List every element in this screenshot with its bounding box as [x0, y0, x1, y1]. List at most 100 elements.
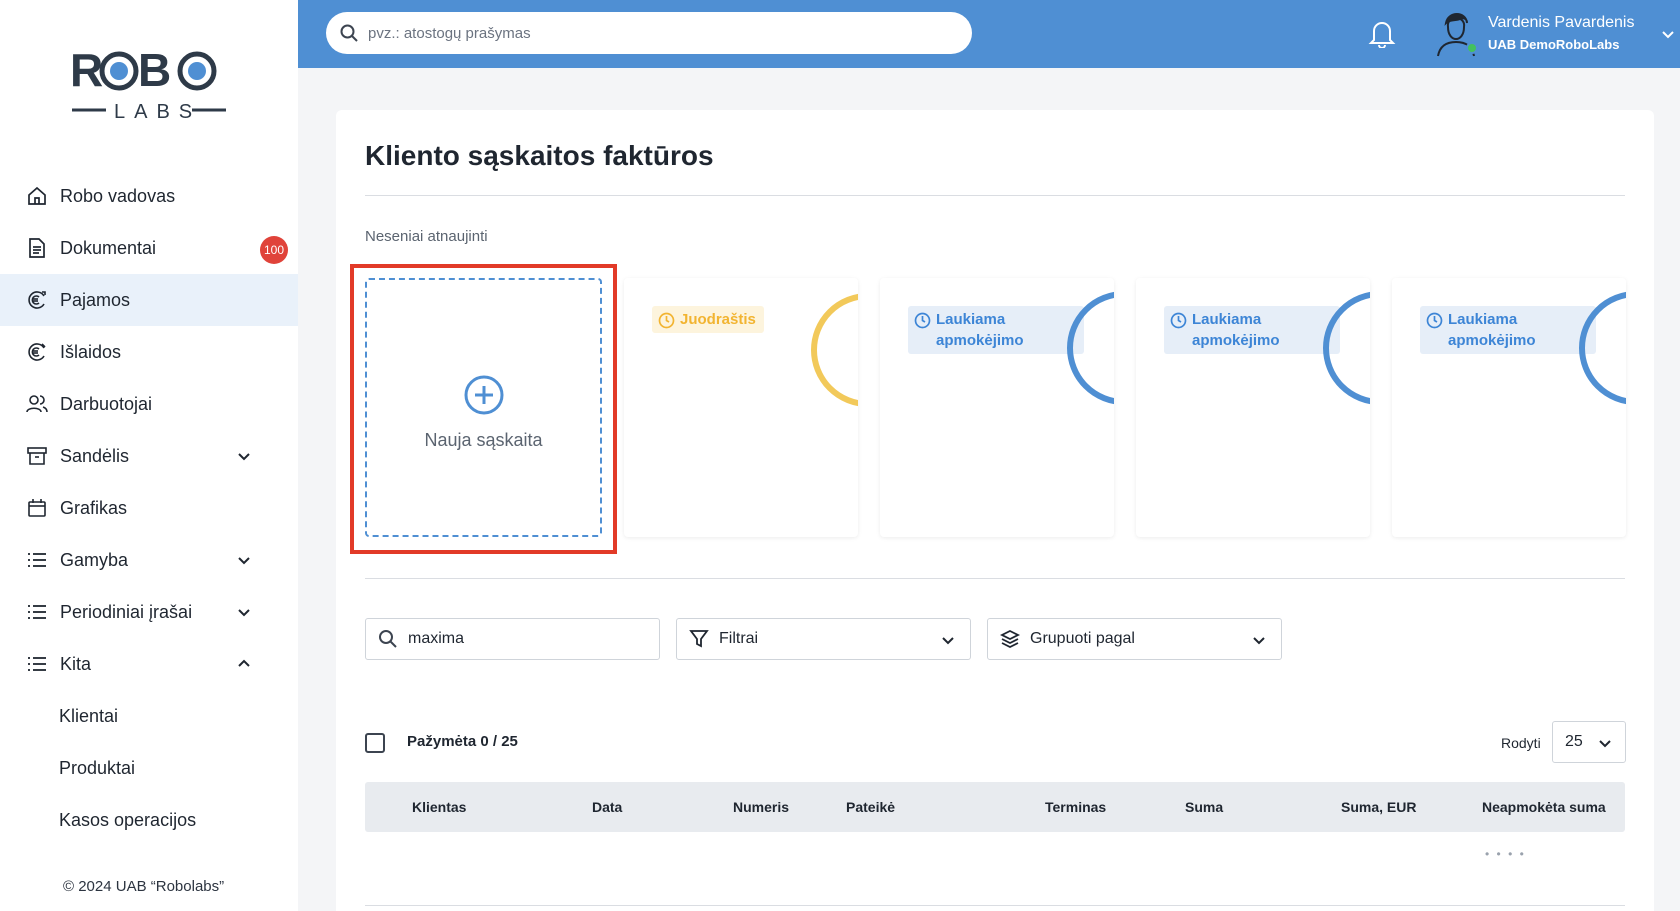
robolabs-logo[interactable]: R B LABS	[70, 44, 230, 124]
sidebar-subitem-produktai[interactable]: Produktai	[0, 742, 298, 794]
sidebar-item-label: Darbuotojai	[60, 393, 153, 414]
column-header-numeris[interactable]: Numeris	[733, 799, 789, 815]
sidebar-nav: Robo vadovas Dokumentai 100 Pajamos Išla…	[0, 170, 298, 846]
group-by-dropdown[interactable]: Grupuoti pagal	[987, 618, 1282, 660]
global-search[interactable]	[326, 12, 972, 54]
selected-count: Pažymėta 0 / 25	[407, 733, 518, 750]
clock-icon	[1426, 312, 1443, 329]
euro-out-icon	[26, 341, 48, 363]
progress-ring	[1579, 291, 1626, 405]
status-text: Laukiama apmokėjimo	[1448, 311, 1536, 349]
sidebar-item-sandelis[interactable]: Sandėlis	[0, 430, 298, 482]
svg-text:R: R	[70, 44, 103, 96]
sidebar-item-label: Periodiniai įrašai	[60, 601, 193, 622]
filters-dropdown[interactable]: Filtrai	[676, 618, 971, 660]
sidebar: R B LABS Robo vadovas Dokumentai 100 Paj…	[0, 0, 298, 911]
recent-invoice-card[interactable]: Laukiama apmokėjimo	[1136, 278, 1370, 537]
progress-ring	[1323, 291, 1370, 405]
column-header-neapmoketa-suma[interactable]: Neapmokėta suma	[1482, 799, 1606, 815]
search-icon	[340, 24, 358, 42]
user-company[interactable]: UAB DemoRoboLabs	[1488, 37, 1619, 52]
page-size-label: Rodyti	[1501, 735, 1541, 751]
recent-invoice-card[interactable]: Laukiama apmokėjimo	[1392, 278, 1626, 537]
clock-icon	[1170, 312, 1187, 329]
sidebar-item-label: Grafikas	[60, 497, 128, 518]
filters-label: Filtrai	[719, 630, 759, 647]
progress-ring	[1067, 291, 1114, 405]
recent-invoice-card[interactable]: Laukiama apmokėjimo	[880, 278, 1114, 537]
divider	[365, 195, 1625, 196]
sidebar-item-islaidos[interactable]: Išlaidos	[0, 326, 298, 378]
sidebar-item-grafikas[interactable]: Grafikas	[0, 482, 298, 534]
chevron-down-icon	[942, 637, 954, 645]
document-icon	[26, 237, 48, 259]
column-header-pateike[interactable]: Pateikė	[846, 799, 895, 815]
chevron-down-icon[interactable]	[236, 552, 252, 568]
table-header: Klientas Data Numeris Pateikė Terminas S…	[365, 782, 1625, 832]
new-invoice-label: Nauja sąskaita	[424, 430, 543, 450]
column-header-suma-eur[interactable]: Suma, EUR	[1341, 799, 1416, 815]
progress-ring	[811, 293, 858, 407]
select-all-checkbox[interactable]	[365, 733, 385, 753]
add-circle-icon	[464, 375, 503, 415]
sidebar-item-periodiniai-irasai[interactable]: Periodiniai įrašai	[0, 586, 298, 638]
chevron-down-icon[interactable]	[236, 604, 252, 620]
archive-icon	[26, 445, 48, 467]
divider	[365, 578, 1625, 579]
copyright-text: © 2024 UAB “Robolabs”	[63, 878, 225, 895]
list-icon	[26, 653, 48, 675]
sidebar-item-kita[interactable]: Kita	[0, 638, 298, 690]
invoice-search-field[interactable]: maxima	[365, 618, 660, 660]
home-icon	[26, 185, 48, 207]
svg-text:B: B	[138, 44, 171, 96]
sidebar-subitem-label: Kasos operacijos	[59, 809, 197, 830]
divider	[365, 905, 1625, 906]
chevron-down-icon[interactable]	[236, 448, 252, 464]
loading-indicator: • • • •	[1485, 847, 1526, 861]
sidebar-item-darbuotojai[interactable]: Darbuotojai	[0, 378, 298, 430]
clock-icon	[658, 312, 675, 329]
sidebar-item-gamyba[interactable]: Gamyba	[0, 534, 298, 586]
list-icon	[26, 601, 48, 623]
chevron-down-icon	[1599, 740, 1611, 748]
users-icon	[26, 393, 48, 415]
recent-section-label: Neseniai atnaujinti	[365, 228, 488, 245]
page-size-value: 25	[1565, 733, 1583, 750]
main-card: Kliento sąskaitos faktūros Neseniai atna…	[336, 110, 1654, 911]
sidebar-subitem-klientai[interactable]: Klientai	[0, 690, 298, 742]
sidebar-item-label: Išlaidos	[60, 341, 122, 362]
sidebar-subitem-label: Produktai	[59, 757, 136, 778]
status-text: Laukiama apmokėjimo	[1192, 311, 1280, 349]
bell-icon[interactable]	[1368, 18, 1396, 48]
sidebar-subitem-kasos-operacijos[interactable]: Kasos operacijos	[0, 794, 298, 846]
chevron-up-icon[interactable]	[236, 656, 252, 672]
chevron-down-icon	[1253, 637, 1265, 645]
sidebar-item-dokumentai[interactable]: Dokumentai 100	[0, 222, 298, 274]
global-search-input[interactable]	[368, 24, 928, 42]
chevron-down-icon[interactable]	[1660, 26, 1676, 42]
new-invoice-button[interactable]: Nauja sąskaita	[365, 278, 602, 537]
column-header-terminas[interactable]: Terminas	[1045, 799, 1106, 815]
status-text: Juodraštis	[680, 311, 756, 328]
invoice-search-value[interactable]: maxima	[408, 630, 464, 648]
recent-invoice-card[interactable]: Juodraštis	[624, 278, 858, 537]
sidebar-item-robo-vadovas[interactable]: Robo vadovas	[0, 170, 298, 222]
layers-icon	[1000, 629, 1020, 649]
column-header-suma[interactable]: Suma	[1185, 799, 1223, 815]
column-header-data[interactable]: Data	[592, 799, 622, 815]
column-header-klientas[interactable]: Klientas	[412, 799, 466, 815]
status-badge: Juodraštis	[652, 306, 764, 333]
svg-text:LABS: LABS	[114, 101, 201, 123]
page-size-select[interactable]: 25	[1552, 721, 1626, 763]
topbar: Vardenis Pavardenis UAB DemoRoboLabs	[298, 0, 1680, 68]
sidebar-item-pajamos[interactable]: Pajamos	[0, 274, 298, 326]
search-icon	[379, 630, 397, 648]
status-text: Laukiama apmokėjimo	[936, 311, 1024, 349]
euro-in-icon	[26, 289, 48, 311]
notification-count-badge: 100	[260, 236, 288, 264]
clock-icon	[914, 312, 931, 329]
sidebar-item-label: Sandėlis	[60, 445, 130, 466]
group-by-label: Grupuoti pagal	[1030, 630, 1135, 647]
user-name[interactable]: Vardenis Pavardenis	[1488, 14, 1634, 32]
sidebar-item-label: Robo vadovas	[60, 185, 176, 206]
